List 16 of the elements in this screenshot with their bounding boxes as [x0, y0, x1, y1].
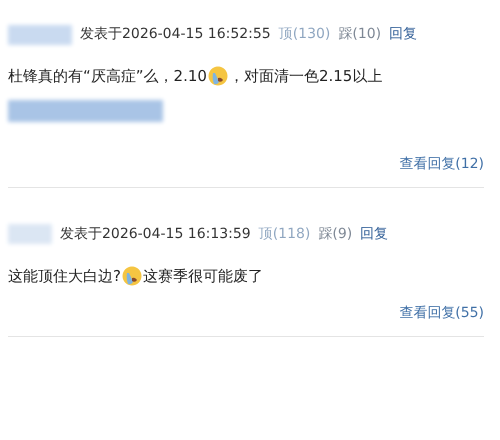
downvote-button[interactable]: 踩(10): [338, 24, 382, 45]
reply-button[interactable]: 回复: [360, 224, 388, 244]
comment-text: 这赛季很可能废了: [142, 266, 263, 286]
crying-emoji-icon: [208, 65, 228, 88]
crying-emoji-icon: [122, 264, 142, 287]
comment-text: 杜锋真的有“厌高症”么，2.10: [8, 66, 207, 87]
post-time: 发表于2026-04-15 16:13:59: [60, 224, 251, 244]
comment-text: ，对面清一色2.15以上: [228, 66, 382, 87]
downvote-button[interactable]: 踩(9): [318, 224, 352, 244]
reply-button[interactable]: 回复: [389, 24, 418, 45]
comment-text: 这能顶住大白边?: [8, 266, 121, 286]
view-replies-link[interactable]: 查看回复(55): [399, 303, 484, 324]
blurred-username: [8, 24, 72, 44]
blurred-username: [8, 224, 52, 244]
post-time: 发表于2026-04-15 16:52:55: [80, 25, 271, 44]
view-replies-link[interactable]: 查看回复(12): [399, 154, 484, 174]
